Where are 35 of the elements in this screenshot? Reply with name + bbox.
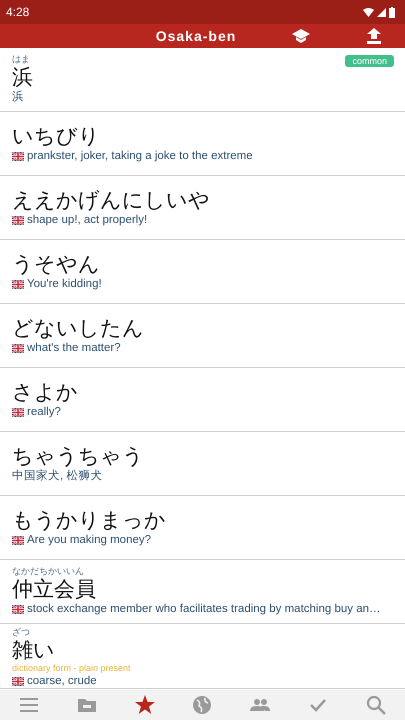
entry-gloss: 中国家犬, 松狮犬 <box>12 469 102 483</box>
furigana-text: はま <box>12 55 30 65</box>
upload-icon[interactable] <box>367 28 381 44</box>
entry-word: 浜 <box>12 65 33 90</box>
entry-gloss: coarse, crude <box>27 674 97 688</box>
search-icon[interactable] <box>364 694 387 716</box>
entry-gloss: You're kidding! <box>27 277 102 291</box>
status-time: 4:28 <box>6 5 30 19</box>
entry-word: うそやん <box>12 252 100 277</box>
entry-word: ええかげんにしいや <box>12 188 210 213</box>
entry-gloss: stock exchange member who facilitates trading by matching buy an… <box>27 602 380 616</box>
common-tag: common <box>345 55 394 67</box>
entry-gloss: shape up!, act properly! <box>27 213 148 227</box>
entry-word: もうかりまっか <box>12 508 166 533</box>
wifi-icon <box>363 8 374 16</box>
entry-word: どないしたん <box>12 316 144 341</box>
globe-icon[interactable] <box>191 694 214 716</box>
entry-word: 雑い <box>12 638 55 663</box>
entry-word: いちびり <box>12 124 100 149</box>
battery-icon <box>389 6 395 18</box>
signal-icon <box>377 8 386 16</box>
entry-word: ちゃうちゃう <box>12 444 144 469</box>
entry-word: 仲立会員 <box>12 577 96 602</box>
furigana-text: ざつ <box>12 628 30 638</box>
entry-gloss: Are you making money? <box>27 533 152 547</box>
entry-gloss: prankster, joker, taking a joke to the extreme <box>27 149 253 163</box>
entry-gloss: really? <box>27 405 61 419</box>
entry-gloss: 浜 <box>12 90 24 104</box>
graduation-cap-icon[interactable] <box>292 29 310 43</box>
entry-gloss: what's the matter? <box>27 341 121 355</box>
form-note: dictionary form - plain present <box>12 663 131 674</box>
entry-word: さよか <box>12 380 78 405</box>
furigana-text: なかだちかいいん <box>12 567 84 577</box>
star-icon[interactable] <box>134 694 156 716</box>
app-title: Osaka-ben <box>154 28 238 44</box>
